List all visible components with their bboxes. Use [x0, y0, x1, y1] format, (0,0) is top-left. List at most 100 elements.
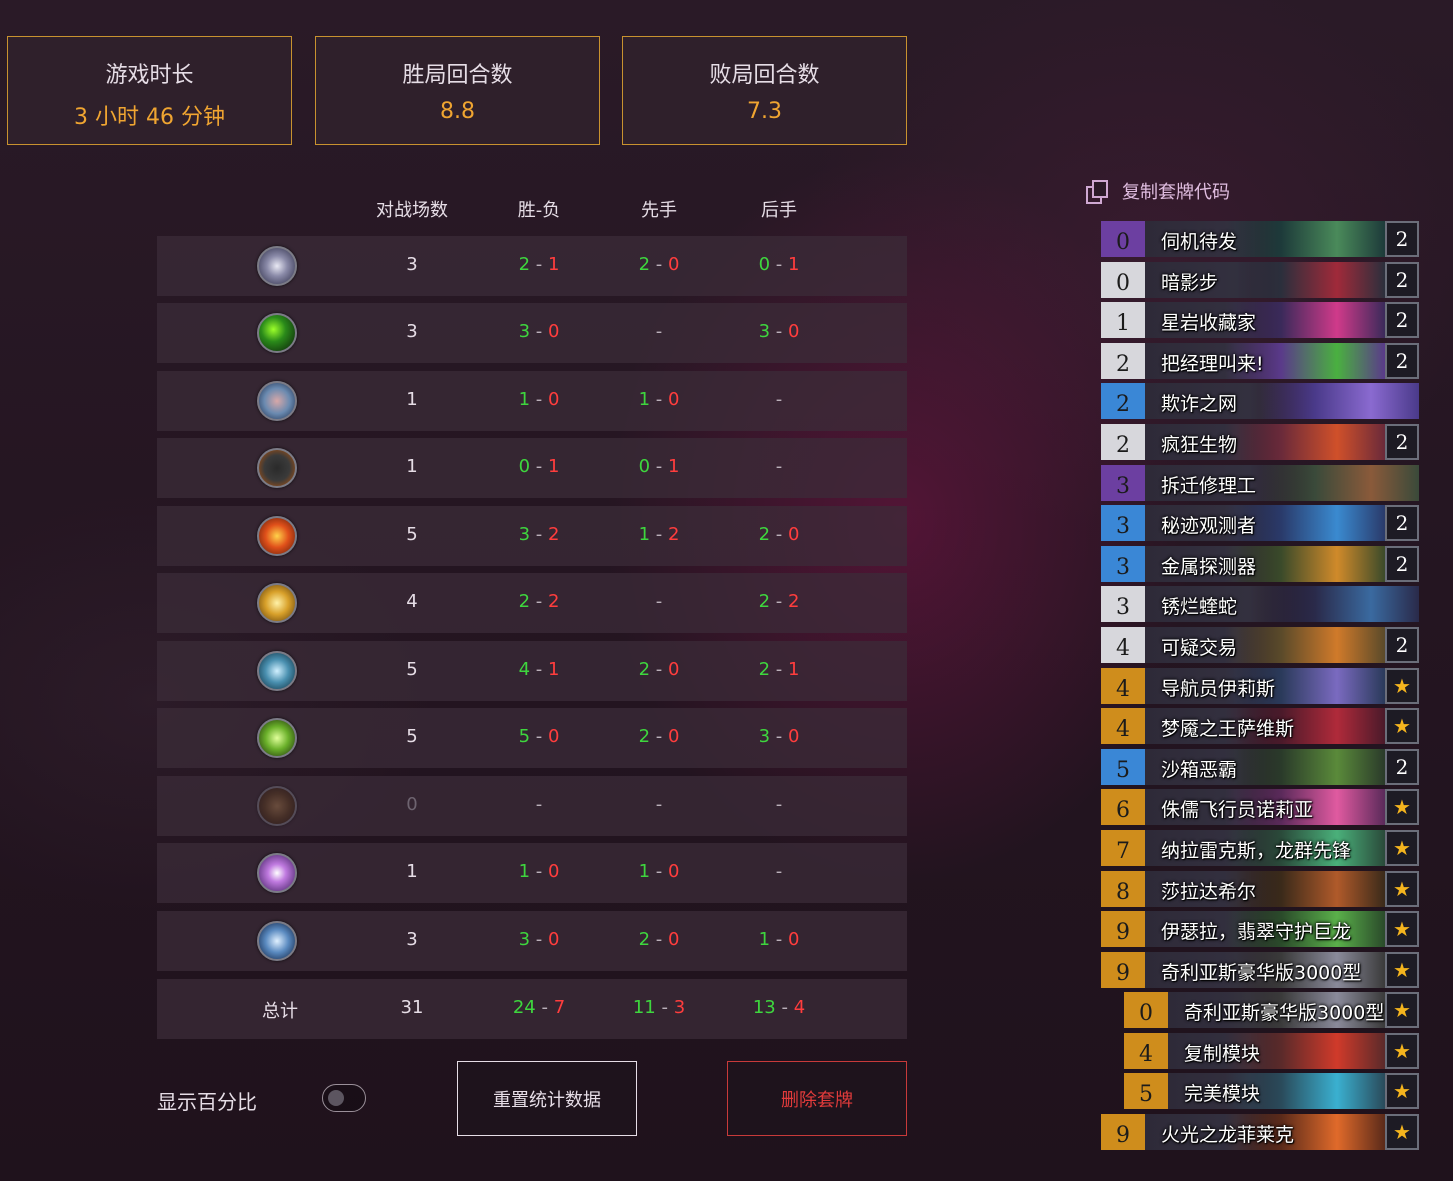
win-count: 2 — [638, 254, 651, 275]
win-loss-cell: 4 - 1 — [518, 659, 560, 680]
deck-card[interactable]: 4 可疑交易 2 — [1101, 626, 1419, 663]
card-name-bar: 导航员伊莉斯 — [1145, 667, 1385, 704]
deck-card[interactable]: 4 梦魇之王萨维斯 ★ — [1101, 708, 1419, 745]
dash: - — [655, 794, 663, 815]
card-art — [1225, 626, 1385, 663]
deck-card[interactable]: 8 莎拉达希尔 ★ — [1101, 870, 1419, 907]
win-loss-cell: 3 - 0 — [518, 929, 560, 950]
loss-count: 1 — [787, 659, 800, 680]
card-name: 导航员伊莉斯 — [1161, 677, 1276, 700]
deck-card[interactable]: 2 欺诈之网 — [1101, 383, 1419, 420]
stat-value: 7.3 — [747, 99, 782, 124]
deck-card[interactable]: 3 拆迁修理工 — [1101, 464, 1419, 501]
card-count: 2 — [1385, 505, 1419, 542]
win-count: 0 — [758, 254, 771, 275]
legendary-star-icon: ★ — [1385, 911, 1419, 948]
loss-count: 1 — [547, 659, 560, 680]
first-cell: 11 - 3 — [632, 997, 686, 1018]
table-row: 11 - 01 - 0- — [157, 371, 907, 431]
delete-deck-button[interactable]: 删除套牌 — [727, 1061, 907, 1136]
card-cost: 0 — [1101, 221, 1145, 257]
loss-count: 3 — [673, 997, 686, 1018]
win-count: 13 — [752, 997, 776, 1018]
card-cost: 4 — [1101, 708, 1145, 745]
card-name-bar: 可疑交易 — [1145, 626, 1385, 663]
reset-stats-button[interactable]: 重置统计数据 — [457, 1061, 637, 1136]
card-name: 梦魇之王萨维斯 — [1161, 718, 1295, 741]
loss-count: 0 — [787, 929, 800, 950]
card-cost: 9 — [1101, 1114, 1145, 1151]
deck-card[interactable]: 3 锈烂蝰蛇 — [1101, 586, 1419, 623]
loss-count: 1 — [787, 254, 800, 275]
first-cell: - — [599, 321, 719, 342]
deathknight-class-icon — [257, 651, 297, 691]
card-art — [1225, 221, 1385, 257]
card-cost: 3 — [1101, 505, 1145, 542]
deck-card[interactable]: 5 完美模块 ★ — [1124, 1073, 1419, 1110]
deck-card[interactable]: 7 纳拉雷克斯，龙群先锋 ★ — [1101, 829, 1419, 866]
deck-card[interactable]: 4 复制模块 ★ — [1124, 1032, 1419, 1069]
win-loss-cell: 3 - 0 — [518, 321, 560, 342]
show-percent-toggle[interactable] — [322, 1084, 366, 1112]
card-cost: 3 — [1101, 586, 1145, 623]
win-count: 1 — [638, 524, 651, 545]
loss-count: 0 — [547, 861, 560, 882]
win-count: 11 — [632, 997, 656, 1018]
legendary-star-icon: ★ — [1385, 1032, 1419, 1069]
table-row: 0 - - - — [157, 776, 907, 836]
deck-card[interactable]: 6 侏儒飞行员诺莉亚 ★ — [1101, 789, 1419, 826]
dash: - — [535, 794, 543, 815]
card-name: 锈烂蝰蛇 — [1161, 596, 1238, 619]
games-count: 5 — [406, 524, 418, 545]
card-name: 纳拉雷克斯，龙群先锋 — [1161, 839, 1352, 862]
card-name: 火光之龙菲莱克 — [1161, 1124, 1295, 1147]
card-art — [1225, 261, 1385, 298]
card-name-bar: 金属探测器 — [1145, 545, 1385, 582]
stat-loss-turns: 败局回合数 7.3 — [622, 36, 907, 145]
card-cost: 9 — [1101, 911, 1145, 948]
hunter-class-icon — [257, 448, 297, 488]
deck-card[interactable]: 3 金属探测器 2 — [1101, 545, 1419, 582]
copy-deck-code-button[interactable]: 复制套牌代码 — [1086, 178, 1230, 204]
card-name-bar: 星岩收藏家 — [1145, 302, 1385, 339]
dash: - — [775, 861, 783, 882]
card-count: 2 — [1385, 261, 1419, 298]
card-art — [1259, 383, 1419, 420]
games-count: 31 — [400, 997, 424, 1018]
deck-card[interactable]: 2 疯狂生物 2 — [1101, 423, 1419, 460]
deck-card[interactable]: 3 秘迹观测者 2 — [1101, 505, 1419, 542]
deck-card[interactable]: 0 奇利亚斯豪华版3000型 ★ — [1124, 992, 1419, 1029]
first-cell: 0 - 1 — [638, 456, 680, 477]
card-count: 2 — [1385, 423, 1419, 460]
table-row: 5 3 - 2 1 - 2 2 - 0 — [157, 506, 907, 566]
stat-value: 3 小时 46 分钟 — [74, 105, 225, 130]
deck-card[interactable]: 0 伺机待发 2 — [1101, 221, 1419, 257]
deck-card[interactable]: 1 星岩收藏家 2 — [1101, 302, 1419, 339]
card-name: 疯狂生物 — [1161, 433, 1238, 456]
second-cell: - — [719, 456, 839, 477]
deck-card[interactable]: 4 导航员伊莉斯 ★ — [1101, 667, 1419, 704]
deck-card[interactable]: 2 把经理叫来! 2 — [1101, 342, 1419, 379]
first-cell: 2 - 0 — [638, 659, 680, 680]
deck-card[interactable]: 9 火光之龙菲莱克 ★ — [1101, 1114, 1419, 1151]
stat-label: 败局回合数 — [709, 63, 820, 88]
deck-card[interactable]: 0 暗影步 2 — [1101, 261, 1419, 298]
deck-card[interactable]: 9 奇利亚斯豪华版3000型 ★ — [1101, 951, 1419, 988]
win-loss-cell: 3 - 2 — [518, 524, 560, 545]
first-cell: - — [599, 794, 719, 815]
deck-card[interactable]: 5 沙箱恶霸 2 — [1101, 748, 1419, 785]
legendary-star-icon: ★ — [1385, 992, 1419, 1029]
col-header-games: 对战场数 — [376, 200, 448, 221]
win-count: 0 — [518, 456, 531, 477]
card-name: 伊瑟拉，翡翠守护巨龙 — [1161, 921, 1352, 944]
card-name-bar: 拆迁修理工 — [1145, 464, 1419, 501]
card-cost: 2 — [1101, 383, 1145, 420]
paladin-class-icon — [257, 583, 297, 623]
second-cell: 2 - 2 — [758, 591, 800, 612]
loss-count: 0 — [787, 524, 800, 545]
deck-card[interactable]: 9 伊瑟拉，翡翠守护巨龙 ★ — [1101, 911, 1419, 948]
card-count: 2 — [1385, 748, 1419, 785]
card-art — [1225, 748, 1385, 785]
win-count: 2 — [758, 524, 771, 545]
card-name: 暗影步 — [1161, 271, 1219, 294]
